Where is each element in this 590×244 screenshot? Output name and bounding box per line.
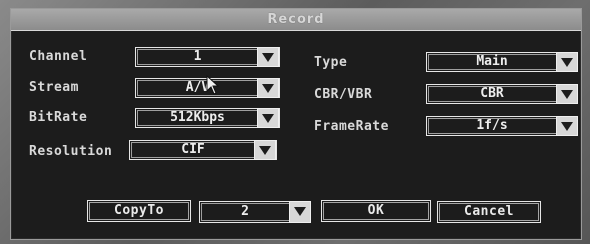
chevron-down-icon	[259, 146, 271, 155]
cancel-button[interactable]: Cancel	[437, 201, 541, 223]
chevron-down-icon	[262, 53, 274, 62]
copy-to-button[interactable]: CopyTo	[87, 200, 191, 222]
type-dropdown-button[interactable]	[556, 52, 578, 72]
stream-label: Stream	[29, 80, 79, 95]
resolution-label: Resolution	[29, 144, 113, 159]
chevron-down-icon	[561, 122, 573, 131]
ok-button[interactable]: OK	[321, 200, 431, 222]
type-label: Type	[314, 55, 348, 70]
bitrate-label: BitRate	[29, 110, 88, 125]
cbr-vbr-label: CBR/VBR	[314, 87, 373, 102]
channel-dropdown-button[interactable]	[257, 47, 279, 67]
resolution-dropdown-button[interactable]	[254, 140, 276, 160]
record-dialog: Record Channel 1 Stream A/V BitRate 512K…	[10, 8, 582, 240]
copy-target-dropdown-button[interactable]	[289, 201, 311, 223]
chevron-down-icon	[262, 114, 274, 123]
channel-label: Channel	[29, 49, 88, 64]
cbr-vbr-dropdown-button[interactable]	[556, 84, 578, 104]
mouse-cursor-icon	[206, 75, 220, 95]
chevron-down-icon	[561, 90, 573, 99]
chevron-down-icon	[262, 84, 274, 93]
bitrate-dropdown-button[interactable]	[257, 108, 279, 128]
framerate-label: FrameRate	[314, 119, 389, 134]
framerate-dropdown-button[interactable]	[556, 116, 578, 136]
dvr-screen: Record Channel 1 Stream A/V BitRate 512K…	[0, 0, 590, 244]
chevron-down-icon	[561, 58, 573, 67]
chevron-down-icon	[294, 207, 306, 216]
dialog-title: Record	[11, 9, 581, 31]
stream-dropdown-button[interactable]	[257, 78, 279, 98]
